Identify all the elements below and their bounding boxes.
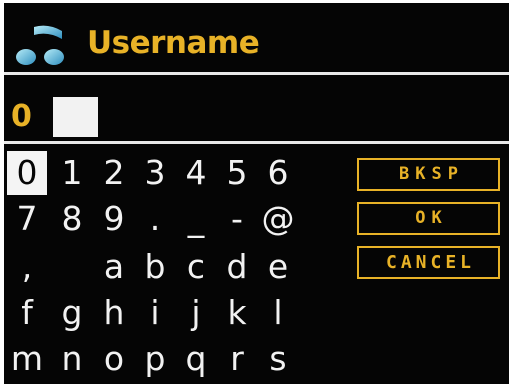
key-r[interactable]: r [217,337,257,381]
music-note-icon [16,25,65,65]
key-m[interactable]: m [7,337,47,381]
key-5[interactable]: 5 [217,151,257,195]
text-cursor [53,97,98,137]
key-underscore[interactable]: _ [176,197,216,241]
key-o[interactable]: o [94,337,134,381]
key-j[interactable]: j [176,291,216,335]
key-s[interactable]: s [258,337,298,381]
divider-top [4,72,509,75]
divider-middle [4,141,509,144]
keyboard-row: m n o p q r s [4,337,324,381]
key-7[interactable]: 7 [7,197,47,241]
cancel-button[interactable]: CANCEL [357,246,500,279]
username-input[interactable]: 0 [4,95,509,139]
key-q[interactable]: q [176,337,216,381]
key-6[interactable]: 6 [258,151,298,195]
page-title: Username [87,25,260,61]
key-1[interactable]: 1 [52,151,92,195]
keyboard-row: 0 1 2 3 4 5 6 [4,151,324,195]
key-h[interactable]: h [94,291,134,335]
key-3[interactable]: 3 [135,151,175,195]
key-comma[interactable]: , [7,245,47,289]
keyboard-row: 7 8 9 . _ - @ [4,197,324,241]
keyboard-row: f g h i j k l [4,291,324,335]
key-b[interactable]: b [135,245,175,289]
key-k[interactable]: k [217,291,257,335]
key-4[interactable]: 4 [176,151,216,195]
key-g[interactable]: g [52,291,92,335]
header: Username [4,3,509,79]
backspace-button[interactable]: BKSP [357,158,500,191]
on-screen-keyboard: 0 1 2 3 4 5 6 7 8 9 . _ - @ , a b c d e … [4,151,324,384]
key-hyphen[interactable]: - [217,197,257,241]
key-d[interactable]: d [217,245,257,289]
key-space[interactable] [52,245,92,289]
display-screen: Username 0 0 1 2 3 4 5 6 7 8 9 . _ - @ , [4,3,509,384]
key-a[interactable]: a [94,245,134,289]
keyboard-row: , a b c d e [4,245,324,289]
key-c[interactable]: c [176,245,216,289]
ok-button[interactable]: OK [357,202,500,235]
username-input-value: 0 [11,99,32,134]
key-9[interactable]: 9 [94,197,134,241]
key-period[interactable]: . [135,197,175,241]
key-p[interactable]: p [135,337,175,381]
key-f[interactable]: f [7,291,47,335]
key-n[interactable]: n [52,337,92,381]
key-at[interactable]: @ [258,197,298,241]
key-i[interactable]: i [135,291,175,335]
key-8[interactable]: 8 [52,197,92,241]
key-2[interactable]: 2 [94,151,134,195]
key-e[interactable]: e [258,245,298,289]
key-0[interactable]: 0 [7,151,47,195]
key-l[interactable]: l [258,291,298,335]
